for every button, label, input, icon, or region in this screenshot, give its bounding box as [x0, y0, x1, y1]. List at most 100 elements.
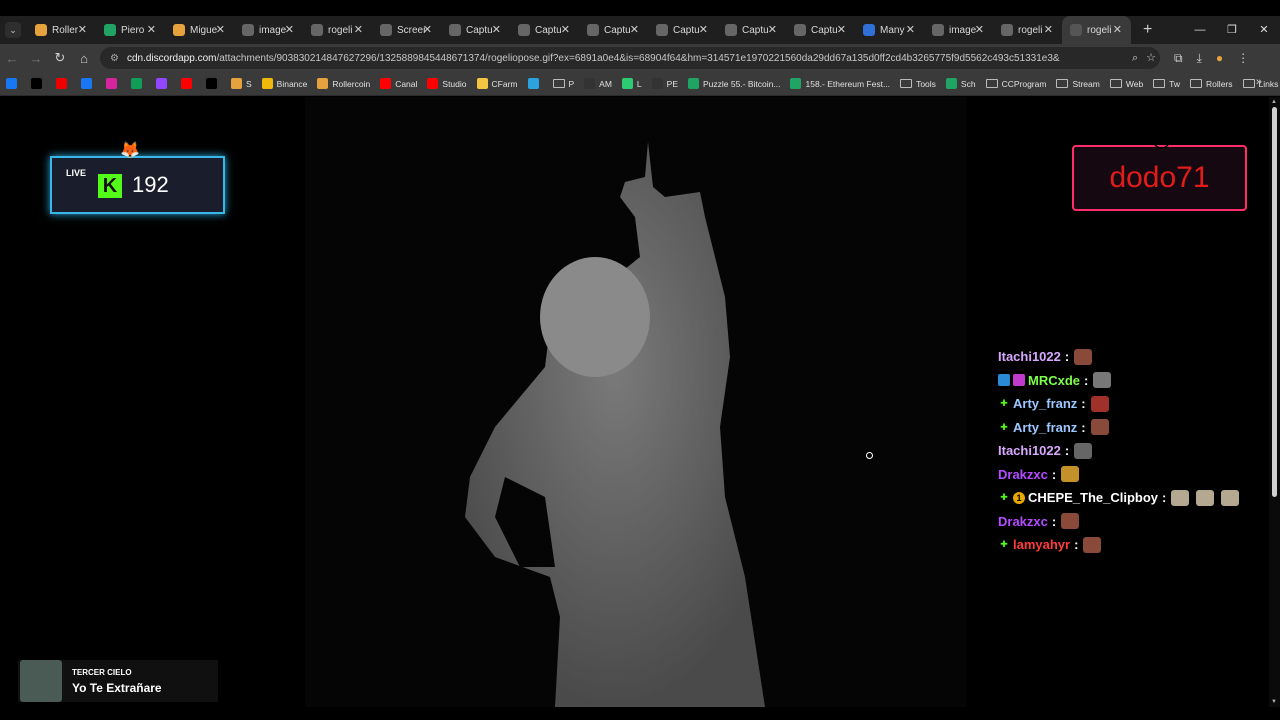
- tab-close-icon[interactable]: ✕: [78, 23, 87, 36]
- viewer-count: 192: [132, 172, 169, 197]
- tab-5[interactable]: rogeli ✕: [303, 16, 372, 44]
- bookmark-24[interactable]: Sch: [945, 78, 976, 89]
- tab-16[interactable]: rogeli ✕: [1062, 16, 1131, 44]
- tab-close-icon[interactable]: ✕: [768, 23, 777, 36]
- bookmark-5[interactable]: [106, 78, 121, 89]
- bookmark-26[interactable]: Stream: [1056, 79, 1100, 89]
- favicon-icon: [81, 78, 92, 89]
- tab-close-icon[interactable]: ✕: [699, 23, 708, 36]
- bookmark-1[interactable]: [6, 78, 21, 89]
- tab-close-icon[interactable]: ✕: [216, 23, 225, 36]
- tab-search-button[interactable]: ⌄: [5, 22, 21, 38]
- tab-close-icon[interactable]: ✕: [492, 23, 501, 36]
- bookmarks-overflow-icon[interactable]: »: [1256, 76, 1262, 88]
- menu-kebab-icon[interactable]: ⋮: [1237, 51, 1249, 66]
- extensions-icon[interactable]: ⧉: [1174, 51, 1183, 66]
- tab-15[interactable]: rogeli ✕: [993, 16, 1062, 44]
- bookmark-28[interactable]: Tw: [1153, 79, 1180, 89]
- bookmark-16[interactable]: [527, 78, 543, 89]
- home-button[interactable]: ⌂: [72, 51, 96, 66]
- zoom-icon[interactable]: ⌕: [1132, 47, 1138, 69]
- minimize-button[interactable]: —: [1184, 16, 1216, 44]
- back-button[interactable]: ←: [0, 51, 24, 66]
- bookmark-6[interactable]: [131, 78, 146, 89]
- hamster-extension-icon[interactable]: ●: [1216, 51, 1223, 66]
- scroll-up-icon[interactable]: ▲: [1271, 99, 1277, 105]
- download-icon[interactable]: ⤓: [1197, 51, 1202, 66]
- bookmark-18[interactable]: AM: [584, 78, 612, 89]
- bookmark-27[interactable]: Web: [1109, 79, 1143, 89]
- bookmark-label: Tw: [1169, 78, 1181, 89]
- tab-close-icon[interactable]: ✕: [906, 23, 915, 36]
- chat-emote-icon: [1083, 536, 1102, 553]
- bookmark-12[interactable]: Rollercoin: [317, 78, 370, 89]
- tab-12[interactable]: Captu ✕: [786, 16, 855, 44]
- tab-close-icon[interactable]: ✕: [1113, 23, 1122, 36]
- restore-button[interactable]: ❐: [1216, 16, 1248, 44]
- tab-3[interactable]: Migue ✕: [165, 16, 234, 44]
- chat-separator: :: [1051, 513, 1057, 529]
- close-window-button[interactable]: ✕: [1248, 16, 1280, 44]
- bookmark-20[interactable]: PE: [651, 78, 678, 89]
- forward-button[interactable]: →: [24, 51, 48, 66]
- bookmark-10[interactable]: S: [231, 78, 252, 89]
- bookmark-29[interactable]: Rollers: [1190, 79, 1233, 89]
- bookmark-label: Puzzle 55.- Bitcoin...: [703, 78, 781, 89]
- scrollbar-thumb[interactable]: [1272, 107, 1277, 497]
- bookmark-9[interactable]: [206, 78, 221, 89]
- tab-close-icon[interactable]: ✕: [285, 23, 294, 36]
- head-shape: [540, 257, 650, 377]
- tab-close-icon[interactable]: ✕: [147, 23, 156, 36]
- bookmark-15[interactable]: CFarm: [476, 78, 518, 89]
- bookmark-25[interactable]: CCProgram: [985, 79, 1046, 89]
- chat-separator: :: [1081, 396, 1086, 412]
- tab-8[interactable]: Captu ✕: [510, 16, 579, 44]
- scroll-down-icon[interactable]: ▼: [1271, 699, 1277, 705]
- tab-close-icon[interactable]: ✕: [630, 23, 639, 36]
- bookmark-14[interactable]: Studio: [427, 78, 467, 89]
- chat-username: Drakzxc: [998, 513, 1048, 529]
- page-scrollbar[interactable]: ▲ ▼: [1269, 97, 1280, 707]
- bookmark-2[interactable]: [31, 78, 46, 89]
- tab-4[interactable]: image ✕: [234, 16, 303, 44]
- new-tab-button[interactable]: +: [1143, 21, 1152, 39]
- tab-14[interactable]: image ✕: [924, 16, 993, 44]
- bookmark-23[interactable]: Tools: [900, 79, 936, 89]
- tab-close-icon[interactable]: ✕: [354, 23, 363, 36]
- bookmark-4[interactable]: [81, 78, 96, 89]
- bookmark-11[interactable]: Binance: [261, 78, 307, 89]
- tab-close-icon[interactable]: ✕: [1044, 23, 1053, 36]
- bookmark-8[interactable]: [181, 78, 196, 89]
- bookmark-22[interactable]: 158.- Ethereum Fest...: [790, 78, 890, 89]
- bookmark-13[interactable]: Canal: [380, 78, 417, 89]
- tab-title: Piero: [121, 24, 145, 36]
- reload-button[interactable]: ↻: [48, 50, 72, 66]
- site-info-icon[interactable]: ⚙: [110, 53, 119, 64]
- favicon-icon: [476, 78, 488, 89]
- tab-2[interactable]: Piero ✕: [96, 16, 165, 44]
- tab-1[interactable]: Roller ✕: [27, 16, 96, 44]
- bookmark-17[interactable]: P: [552, 79, 574, 89]
- chat-username: Itachi1022: [998, 349, 1061, 365]
- tab-close-icon[interactable]: ✕: [423, 23, 432, 36]
- chat-username: Arty_franz: [1013, 396, 1078, 412]
- bookmark-21[interactable]: Puzzle 55.- Bitcoin...: [688, 78, 780, 89]
- tab-6[interactable]: Screen✕: [372, 16, 441, 44]
- bookmark-star-icon[interactable]: ☆: [1146, 47, 1156, 69]
- bookmark-3[interactable]: [56, 78, 71, 89]
- globe-icon: [932, 24, 944, 36]
- tab-9[interactable]: Captu ✕: [579, 16, 648, 44]
- tab-10[interactable]: Captu ✕: [648, 16, 717, 44]
- tab-close-icon[interactable]: ✕: [837, 23, 846, 36]
- tab-close-icon[interactable]: ✕: [561, 23, 570, 36]
- folder-icon: [552, 79, 565, 88]
- tab-title: Roller: [52, 24, 79, 36]
- bookmark-19[interactable]: L: [621, 78, 642, 89]
- tab-close-icon[interactable]: ✕: [975, 23, 984, 36]
- tab-13[interactable]: Many ✕: [855, 16, 924, 44]
- address-bar[interactable]: ⚙ cdn.discordapp.com/attachments/9038302…: [100, 47, 1160, 69]
- tab-11[interactable]: Captu ✕: [717, 16, 786, 44]
- globe-icon: [242, 24, 254, 36]
- tab-7[interactable]: Captu ✕: [441, 16, 510, 44]
- bookmark-7[interactable]: [156, 78, 171, 89]
